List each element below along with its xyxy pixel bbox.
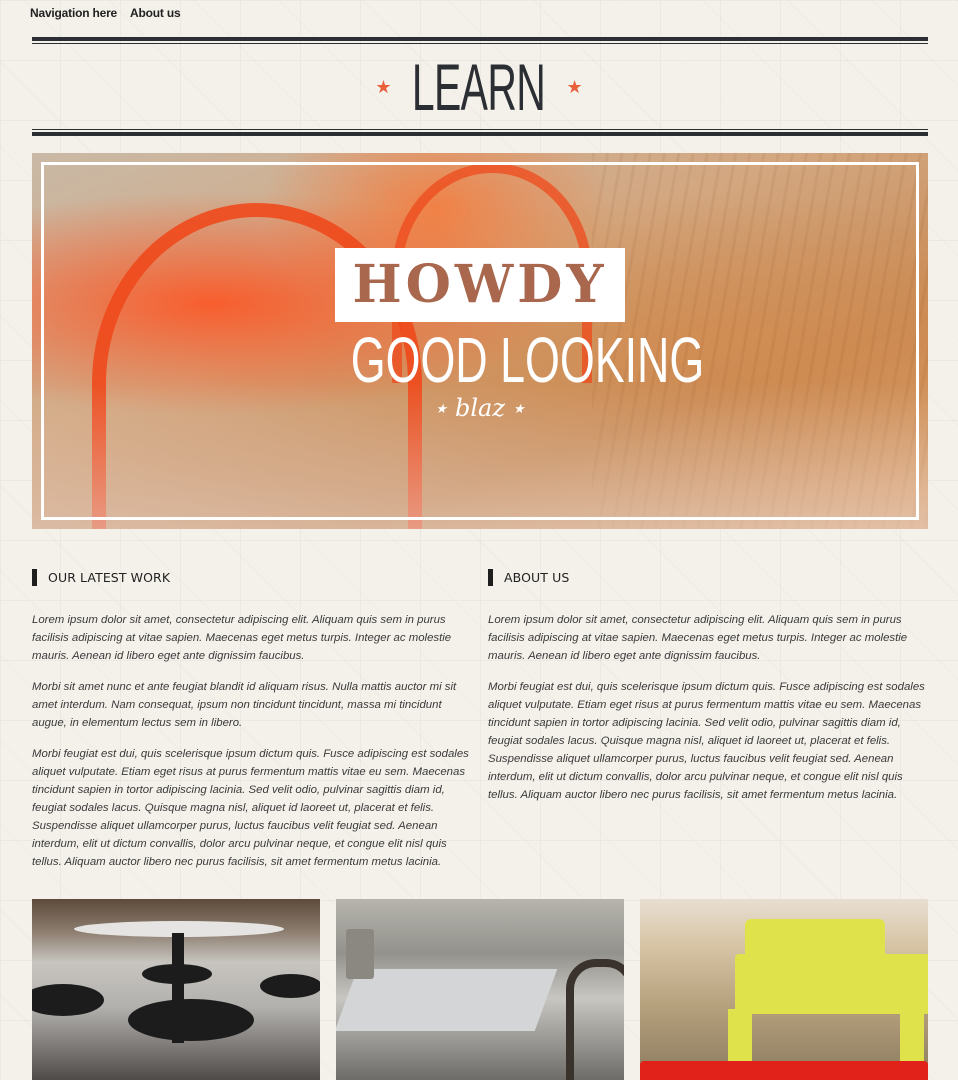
stool-shape [32, 984, 104, 1016]
star-right-icon: ★ [566, 77, 583, 97]
section-heading: OUR LATEST WORK [32, 568, 472, 586]
chair-shape [566, 959, 624, 1080]
stool-shape [142, 964, 212, 984]
paragraph: Lorem ipsum dolor sit amet, consectetur … [32, 614, 452, 662]
red-stool-shape [640, 1061, 928, 1080]
hero-signature-text: blaz [455, 394, 505, 422]
gallery-image-cafe-table[interactable] [336, 899, 624, 1080]
paragraph: Morbi feugiat est dui, quis scelerisque … [488, 681, 925, 801]
paragraph: Morbi feugiat est dui, quis scelerisque … [32, 748, 469, 868]
star-icon: ★ [513, 402, 525, 417]
section-title: ABOUT US [504, 569, 570, 585]
logo-text: LEARN [412, 50, 546, 124]
gallery-image-cafe-stools[interactable] [32, 899, 320, 1080]
heading-bar [488, 568, 493, 586]
stool-shape [260, 974, 320, 998]
section-latest-work: OUR LATEST WORK Lorem ipsum dolor sit am… [32, 568, 472, 884]
header-bottom-rule [32, 129, 928, 136]
section-heading: ABOUT US [488, 568, 928, 586]
nav-link-navigation[interactable]: Navigation here [30, 6, 117, 20]
section-about-us: ABOUT US Lorem ipsum dolor sit amet, con… [488, 568, 928, 817]
hero-line-good-looking: GOOD LOOKING [350, 324, 705, 396]
star-icon: ★ [435, 402, 447, 417]
stool-shape [735, 954, 928, 1014]
paragraph: Morbi sit amet nunc et ante feugiat blan… [32, 681, 457, 729]
hero-badge: HOWDY GOOD LOOKING ★ blaz ★ [335, 248, 704, 422]
site-logo[interactable]: ★ LEARN ★ [0, 54, 958, 126]
header-top-rule [32, 37, 928, 44]
nav-link-about-us[interactable]: About us [130, 6, 181, 20]
cup-shape [346, 929, 374, 979]
stool-shape [745, 919, 885, 959]
hero-line-howdy: HOWDY [352, 254, 608, 315]
top-navigation: Navigation here About us [30, 6, 181, 20]
hero-banner: HOWDY GOOD LOOKING ★ blaz ★ [32, 153, 928, 529]
howdy-box: HOWDY [335, 248, 625, 322]
gallery-image-yellow-stools[interactable] [640, 899, 928, 1080]
paragraph: Lorem ipsum dolor sit amet, consectetur … [488, 614, 908, 662]
star-left-icon: ★ [375, 77, 392, 97]
stool-shape [128, 999, 254, 1041]
heading-bar [32, 568, 37, 586]
section-title: OUR LATEST WORK [48, 569, 171, 585]
hero-signature: ★ blaz ★ [335, 394, 625, 422]
